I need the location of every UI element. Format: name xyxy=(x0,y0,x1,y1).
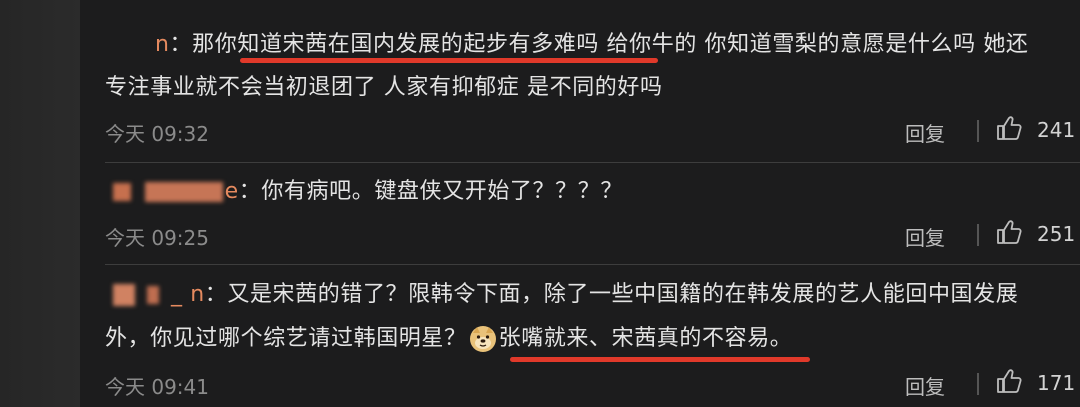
comment-1-time: 今天 09:32 xyxy=(105,122,209,146)
divider-1 xyxy=(105,162,1080,163)
comment-3: _ n ：又是宋茜的错了？限韩令下面，除了一些中国籍的在韩发展的艺人能回中国发展… xyxy=(105,280,1080,354)
meta-separator xyxy=(977,373,979,395)
comment-1-line-2: 专注事业就不会当初退团了 人家有抑郁症 是不同的好吗 xyxy=(105,73,1080,103)
meta-separator xyxy=(977,224,979,246)
comment-2-reply-button[interactable]: 回复 xyxy=(905,222,945,251)
comment-2-time: 今天 09:25 xyxy=(105,226,209,250)
doge-emoji-icon xyxy=(469,326,496,352)
username-suffix: n xyxy=(155,32,170,57)
comment-3-line-2: 外，你见过哪个综艺请过韩国明星？ 张嘴就来、宋茜真的不容易。 xyxy=(105,324,1080,354)
blurred-username-part xyxy=(147,286,159,304)
comment-3-text-2b: 张嘴就来、宋茜真的不容易。 xyxy=(498,326,793,351)
left-margin xyxy=(0,0,80,407)
comment-2-meta: 今天 09:25 回复 251 xyxy=(105,220,1080,250)
comment-1-line-1: n ：那你知道宋茜在国内发展的起步有多难吗 给你牛的 你知道雪梨的意愿是什么吗 … xyxy=(105,30,1080,60)
comment-3-text-2a: 外，你见过哪个综艺请过韩国明星？ xyxy=(105,326,467,351)
thumbs-up-icon[interactable] xyxy=(995,218,1023,246)
thumbs-up-icon[interactable] xyxy=(995,367,1023,395)
comment-2: e ：你有病吧。键盘侠又开始了？？？？ xyxy=(105,177,1080,207)
comment-1-text-1: ：那你知道宋茜在国内发展的起步有多难吗 给你牛的 你知道雪梨的意愿是什么吗 她还 xyxy=(169,32,1029,57)
comment-3-text-1: ：又是宋茜的错了？限韩令下面，除了一些中国籍的在韩发展的艺人能回中国发展 xyxy=(204,282,1019,307)
comment-3-username[interactable]: _ n xyxy=(113,280,205,310)
comment-1-meta: 今天 09:32 回复 241 xyxy=(105,116,1080,146)
comment-3-time: 今天 09:41 xyxy=(105,375,209,399)
comment-3-line-1: _ n ：又是宋茜的错了？限韩令下面，除了一些中国籍的在韩发展的艺人能回中国发展 xyxy=(105,280,1080,310)
blurred-username-part xyxy=(113,284,135,306)
comment-2-username[interactable]: e xyxy=(113,177,239,207)
comment-2-line-1: e ：你有病吧。键盘侠又开始了？？？？ xyxy=(105,177,1080,207)
comment-1-username[interactable]: n xyxy=(155,30,170,60)
highlight-underline-2 xyxy=(510,357,810,362)
username-suffix: e xyxy=(224,179,239,204)
blurred-username-part xyxy=(113,183,131,201)
comment-3-meta: 今天 09:41 回复 171 xyxy=(105,369,1080,399)
comment-1-text-2: 专注事业就不会当初退团了 人家有抑郁症 是不同的好吗 xyxy=(105,75,663,100)
comment-1-like-count: 241 xyxy=(1037,118,1076,142)
comment-2-text-1: ：你有病吧。键盘侠又开始了？？？？ xyxy=(238,179,623,204)
divider-2 xyxy=(105,264,1080,265)
comment-3-like-count: 171 xyxy=(1037,371,1076,395)
username-prefix: _ xyxy=(171,282,191,307)
highlight-underline-1 xyxy=(240,58,658,63)
comment-2-like-count: 251 xyxy=(1037,222,1076,246)
blurred-username-part xyxy=(144,182,223,202)
username-suffix: n xyxy=(190,282,205,307)
comment-1-reply-button[interactable]: 回复 xyxy=(905,118,945,147)
comment-1: n ：那你知道宋茜在国内发展的起步有多难吗 给你牛的 你知道雪梨的意愿是什么吗 … xyxy=(105,30,1080,103)
thumbs-up-icon[interactable] xyxy=(995,114,1023,142)
comment-3-reply-button[interactable]: 回复 xyxy=(905,371,945,400)
meta-separator xyxy=(977,120,979,142)
